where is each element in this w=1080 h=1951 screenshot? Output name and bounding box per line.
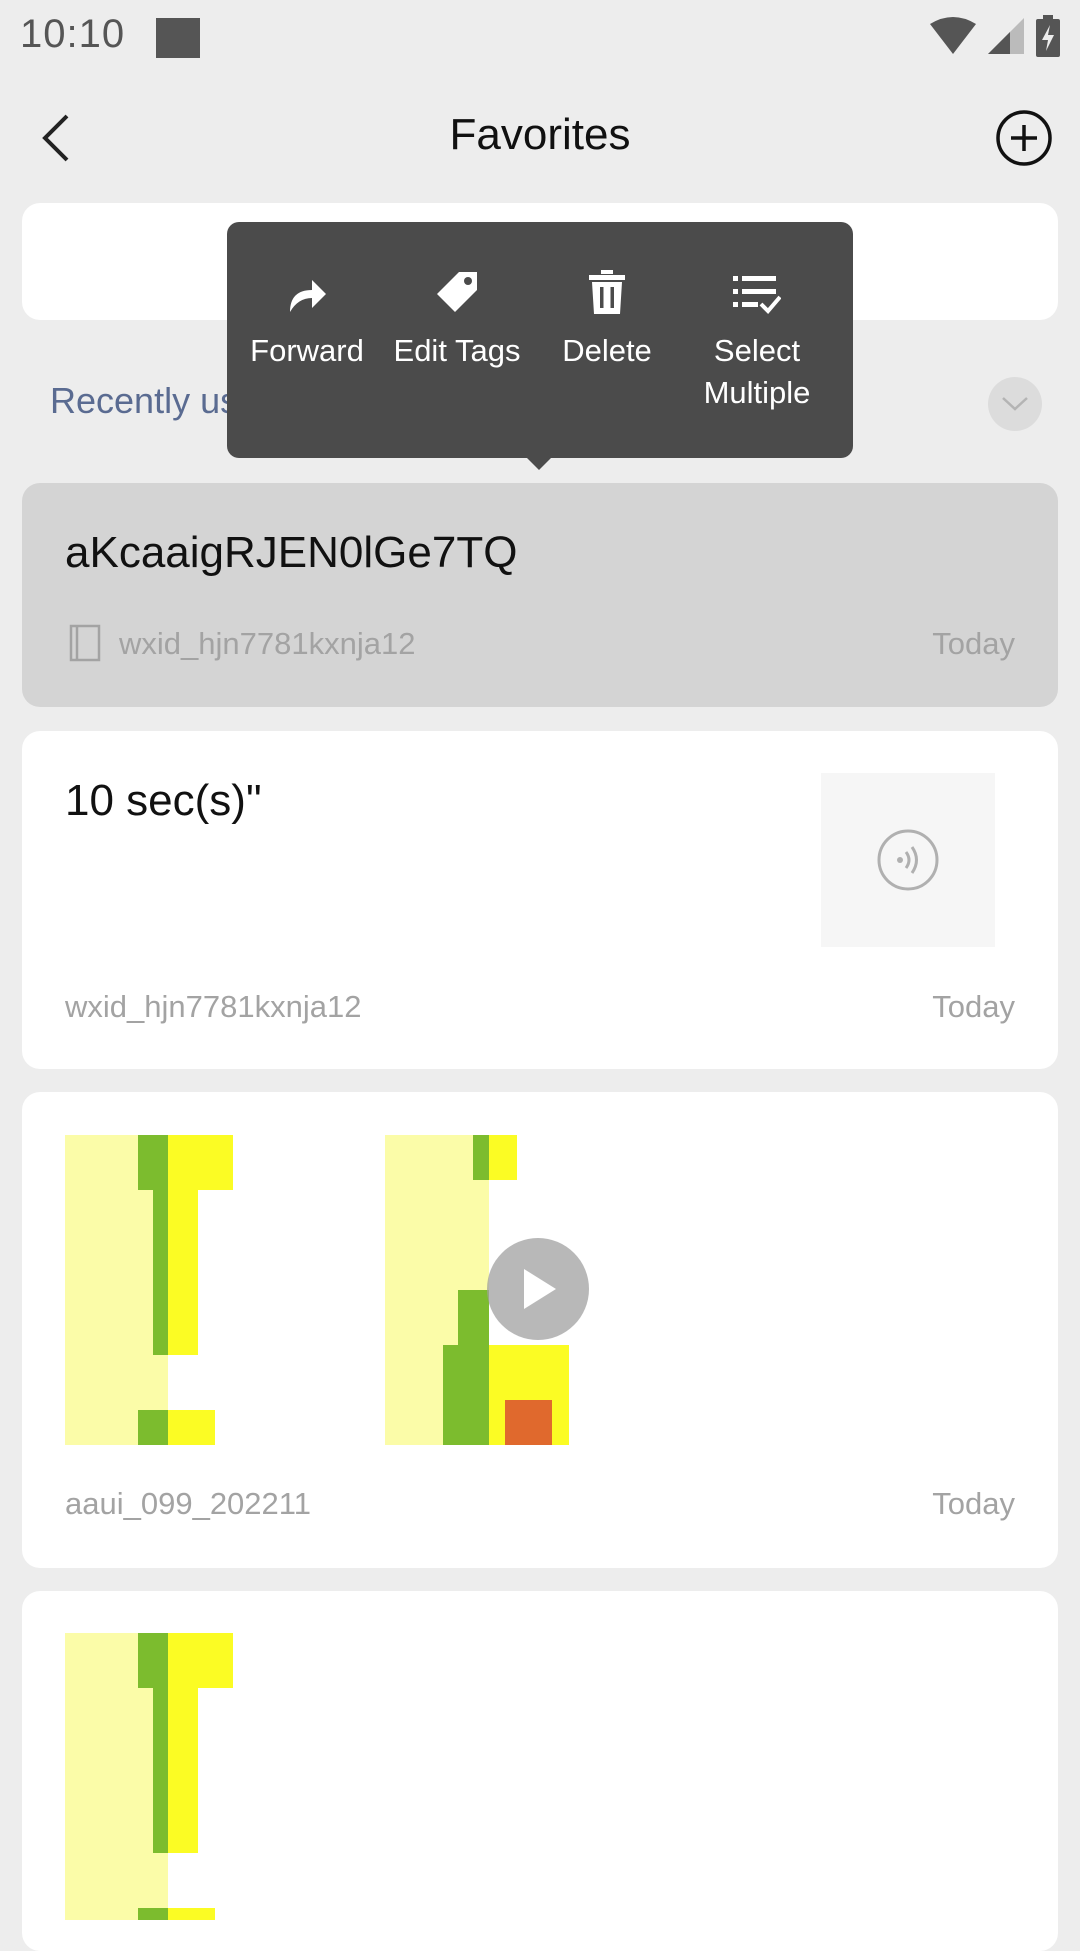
voice-icon — [877, 829, 939, 891]
chevron-down-icon — [1002, 397, 1028, 411]
favorite-item-note[interactable]: aKcaaigRJEN0lGe7TQ wxid_hjn7781kxnja12 T… — [22, 483, 1058, 707]
status-bar: 10:10 — [0, 0, 1080, 78]
play-button[interactable] — [487, 1238, 589, 1340]
plus-circle-icon — [996, 110, 1052, 166]
page-title: Favorites — [449, 110, 631, 159]
favorite-date: Today — [932, 626, 1015, 661]
favorite-source: wxid_hjn7781kxnja12 — [65, 989, 362, 1024]
expand-button[interactable] — [988, 377, 1042, 431]
notification-icon — [156, 18, 200, 58]
favorite-date: Today — [932, 1486, 1015, 1521]
favorite-date: Today — [932, 989, 1015, 1024]
signal-icon — [988, 18, 1024, 54]
battery-icon — [1036, 15, 1060, 57]
favorite-title: aKcaaigRJEN0lGe7TQ — [65, 528, 518, 577]
status-icons — [930, 14, 1060, 58]
wifi-icon — [930, 17, 976, 54]
menu-item-label: Select Multiple — [703, 333, 811, 410]
note-icon — [69, 624, 101, 662]
menu-item-label: Edit Tags — [393, 333, 521, 368]
menu-pointer — [525, 456, 553, 470]
select-multiple-icon — [733, 276, 781, 314]
play-icon — [524, 1269, 556, 1309]
menu-item-label: Forward — [250, 333, 364, 368]
favorite-source: wxid_hjn7781kxnja12 — [119, 626, 416, 661]
status-time: 10:10 — [20, 12, 126, 56]
menu-item-edit-tags[interactable]: Edit Tags — [379, 264, 535, 372]
recently-used-label: Recently us — [50, 380, 239, 421]
trash-icon — [589, 270, 625, 314]
menu-item-label: Delete — [562, 333, 652, 368]
favorite-source: aaui_099_202211 — [65, 1486, 311, 1521]
menu-item-delete[interactable]: Delete — [529, 264, 685, 372]
tag-icon — [437, 272, 477, 312]
menu-item-forward[interactable]: Forward — [229, 264, 385, 372]
add-button[interactable] — [994, 108, 1054, 168]
image-thumbnail[interactable] — [65, 1633, 233, 1920]
menu-item-select-multiple[interactable]: Select Multiple — [679, 264, 835, 414]
image-thumbnail[interactable] — [65, 1135, 233, 1445]
voice-duration: 10 sec(s)" — [65, 776, 262, 825]
context-menu: Forward Edit Tags Delete Select Multiple — [227, 222, 853, 458]
voice-thumbnail — [821, 773, 995, 947]
forward-icon — [290, 280, 326, 312]
